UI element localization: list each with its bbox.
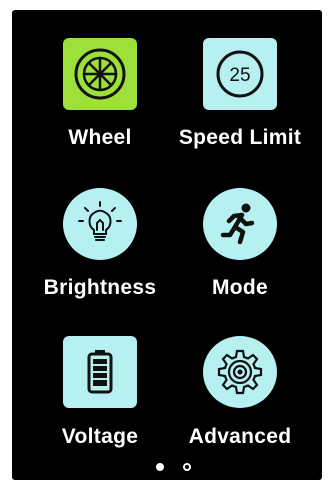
menu-item-wheel[interactable] — [63, 38, 137, 110]
menu-label-advanced: Advanced — [188, 425, 292, 448]
speed-limit-icon: 25 — [216, 50, 264, 98]
speed-limit-tile: 25 — [203, 38, 277, 110]
gear-icon — [217, 349, 263, 395]
menu-label-speed-limit: Speed Limit — [178, 126, 302, 149]
menu-item-brightness[interactable] — [63, 188, 137, 260]
device-screen: Wheel 25 Speed Limit Brightness Mode Vol… — [12, 10, 322, 480]
page-indicator-1[interactable] — [156, 463, 164, 471]
menu-label-mode: Mode — [211, 276, 269, 299]
menu-item-advanced[interactable] — [203, 336, 277, 408]
advanced-tile — [203, 336, 277, 408]
menu-label-wheel: Wheel — [68, 126, 132, 149]
battery-icon — [87, 350, 113, 394]
running-person-icon — [220, 203, 255, 245]
speed-limit-value: 25 — [229, 65, 250, 86]
page-indicator-2[interactable] — [183, 463, 191, 471]
voltage-tile — [63, 336, 137, 408]
mode-tile — [203, 188, 277, 260]
menu-item-voltage[interactable] — [63, 336, 137, 408]
brightness-tile — [63, 188, 137, 260]
wheel-icon — [74, 48, 126, 100]
menu-item-mode[interactable] — [203, 188, 277, 260]
lightbulb-icon — [78, 201, 122, 241]
menu-label-voltage: Voltage — [61, 425, 139, 448]
menu-item-speed-limit[interactable]: 25 — [203, 38, 277, 110]
menu-label-brightness: Brightness — [43, 276, 157, 299]
wheel-tile — [63, 38, 137, 110]
